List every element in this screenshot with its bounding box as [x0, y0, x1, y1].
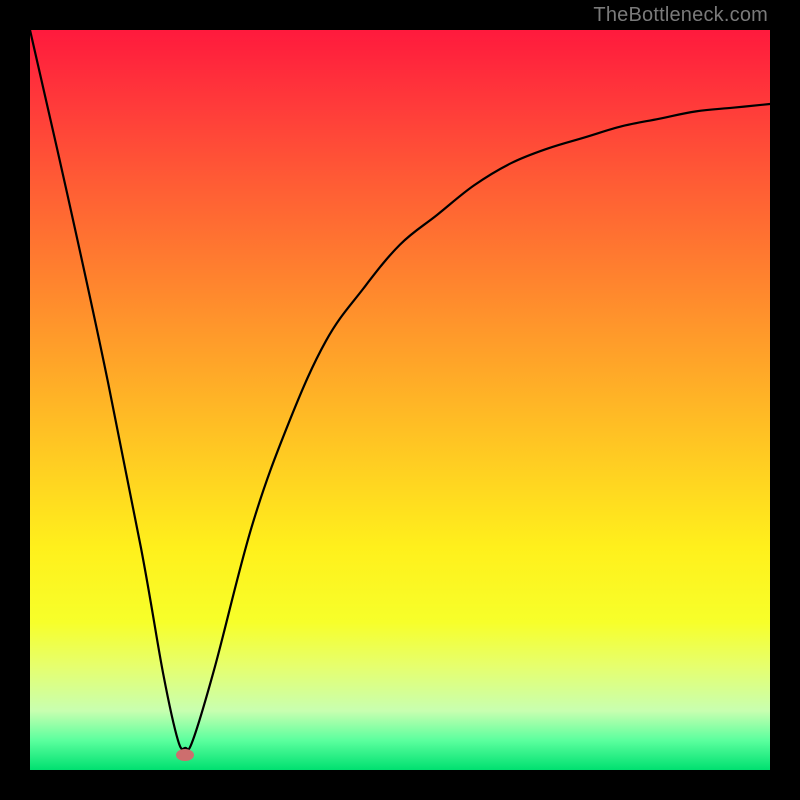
watermark-text: TheBottleneck.com	[593, 4, 768, 27]
plot-area	[30, 30, 770, 770]
chart-frame: TheBottleneck.com	[0, 0, 800, 800]
bottleneck-curve	[30, 30, 770, 770]
